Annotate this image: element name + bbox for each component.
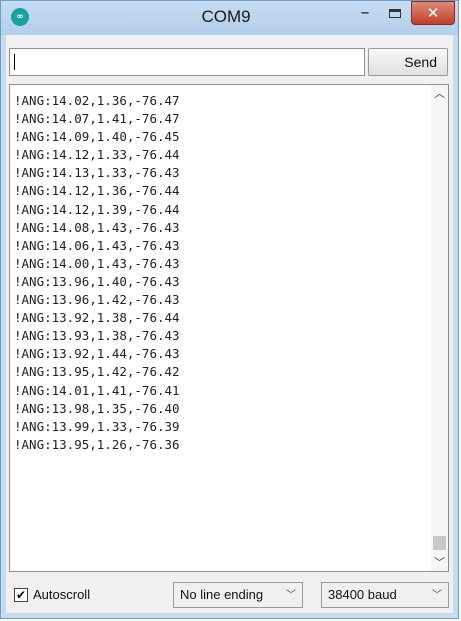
baud-rate-select[interactable]: 38400 baud ﹀ (321, 582, 449, 608)
output-line: !ANG:14.02,1.36,-76.47 (14, 93, 180, 108)
output-line: !ANG:13.93,1.38,-76.43 (14, 328, 180, 344)
output-line: !ANG:14.13,1.33,-76.43 (14, 165, 180, 181)
output-line: !ANG:13.99,1.33,-76.39 (14, 418, 180, 434)
output-line: !ANG:13.98,1.35,-76.40 (14, 400, 180, 416)
output-lines: !ANG:14.02,1.36,-76.47 !ANG:14.07,1.41,-7… (14, 92, 180, 454)
client-area: Send !ANG:14.02,1.36,-76.47 !ANG:14.07,1.… (6, 35, 453, 613)
output-line: !ANG:13.95,1.26,-76.36 (14, 436, 180, 452)
line-ending-select[interactable]: No line ending ﹀ (173, 582, 303, 608)
send-button[interactable]: Send (368, 48, 448, 76)
maximize-icon (389, 9, 401, 18)
checkmark-icon: ✔ (15, 588, 27, 602)
maximize-button[interactable] (381, 4, 409, 26)
arduino-logo-icon: ∞ (11, 8, 29, 26)
autoscroll-label: Autoscroll (33, 587, 91, 602)
output-line: !ANG:14.00,1.43,-76.43 (14, 255, 180, 271)
output-line: !ANG:13.92,1.44,-76.43 (14, 346, 180, 362)
output-line: !ANG:13.95,1.42,-76.42 (14, 364, 180, 380)
line-ending-value: No line ending (180, 587, 264, 602)
footer-bar: ✔ Autoscroll No line ending ﹀ 38400 baud… (6, 578, 453, 613)
output-line: !ANG:14.09,1.40,-76.45 (14, 129, 180, 145)
output-line: !ANG:14.08,1.43,-76.43 (14, 219, 180, 235)
window-title: COM9 (201, 7, 251, 26)
serial-output-area[interactable]: !ANG:14.02,1.36,-76.47 !ANG:14.07,1.41,-7… (9, 84, 449, 572)
vertical-scrollbar[interactable]: ︿ ﹀ (431, 85, 448, 571)
close-button[interactable]: ✕ (411, 1, 455, 25)
baud-rate-value: 38400 baud (328, 587, 397, 602)
output-line: !ANG:13.96,1.40,-76.43 (14, 273, 180, 289)
title-bar: ∞ COM9 – ✕ (1, 1, 458, 35)
output-line: !ANG:13.92,1.38,-76.44 (14, 310, 180, 326)
output-line: !ANG:14.01,1.41,-76.41 (14, 382, 180, 398)
scrollbar-thumb[interactable] (433, 536, 446, 550)
output-line: !ANG:14.12,1.39,-76.44 (14, 201, 180, 217)
output-line: !ANG:14.12,1.36,-76.44 (14, 183, 180, 199)
chevron-up-icon[interactable]: ︿ (431, 85, 448, 102)
serial-input-field[interactable] (9, 48, 365, 76)
chevron-down-icon[interactable]: ﹀ (431, 554, 448, 571)
chevron-down-icon: ﹀ (432, 590, 442, 601)
output-line: !ANG:13.96,1.42,-76.43 (14, 292, 180, 308)
output-line: !ANG:14.07,1.41,-76.47 (14, 111, 180, 127)
autoscroll-checkbox[interactable]: ✔ (14, 588, 28, 602)
chevron-down-icon: ﹀ (286, 590, 296, 601)
text-caret (14, 54, 15, 70)
output-line: !ANG:14.12,1.33,-76.44 (14, 147, 180, 163)
minimize-button[interactable]: – (351, 4, 379, 26)
serial-monitor-window: ∞ COM9 – ✕ Send !ANG:14.02,1.36,-76.47 !A… (0, 0, 459, 619)
output-line: !ANG:14.06,1.43,-76.43 (14, 237, 180, 253)
